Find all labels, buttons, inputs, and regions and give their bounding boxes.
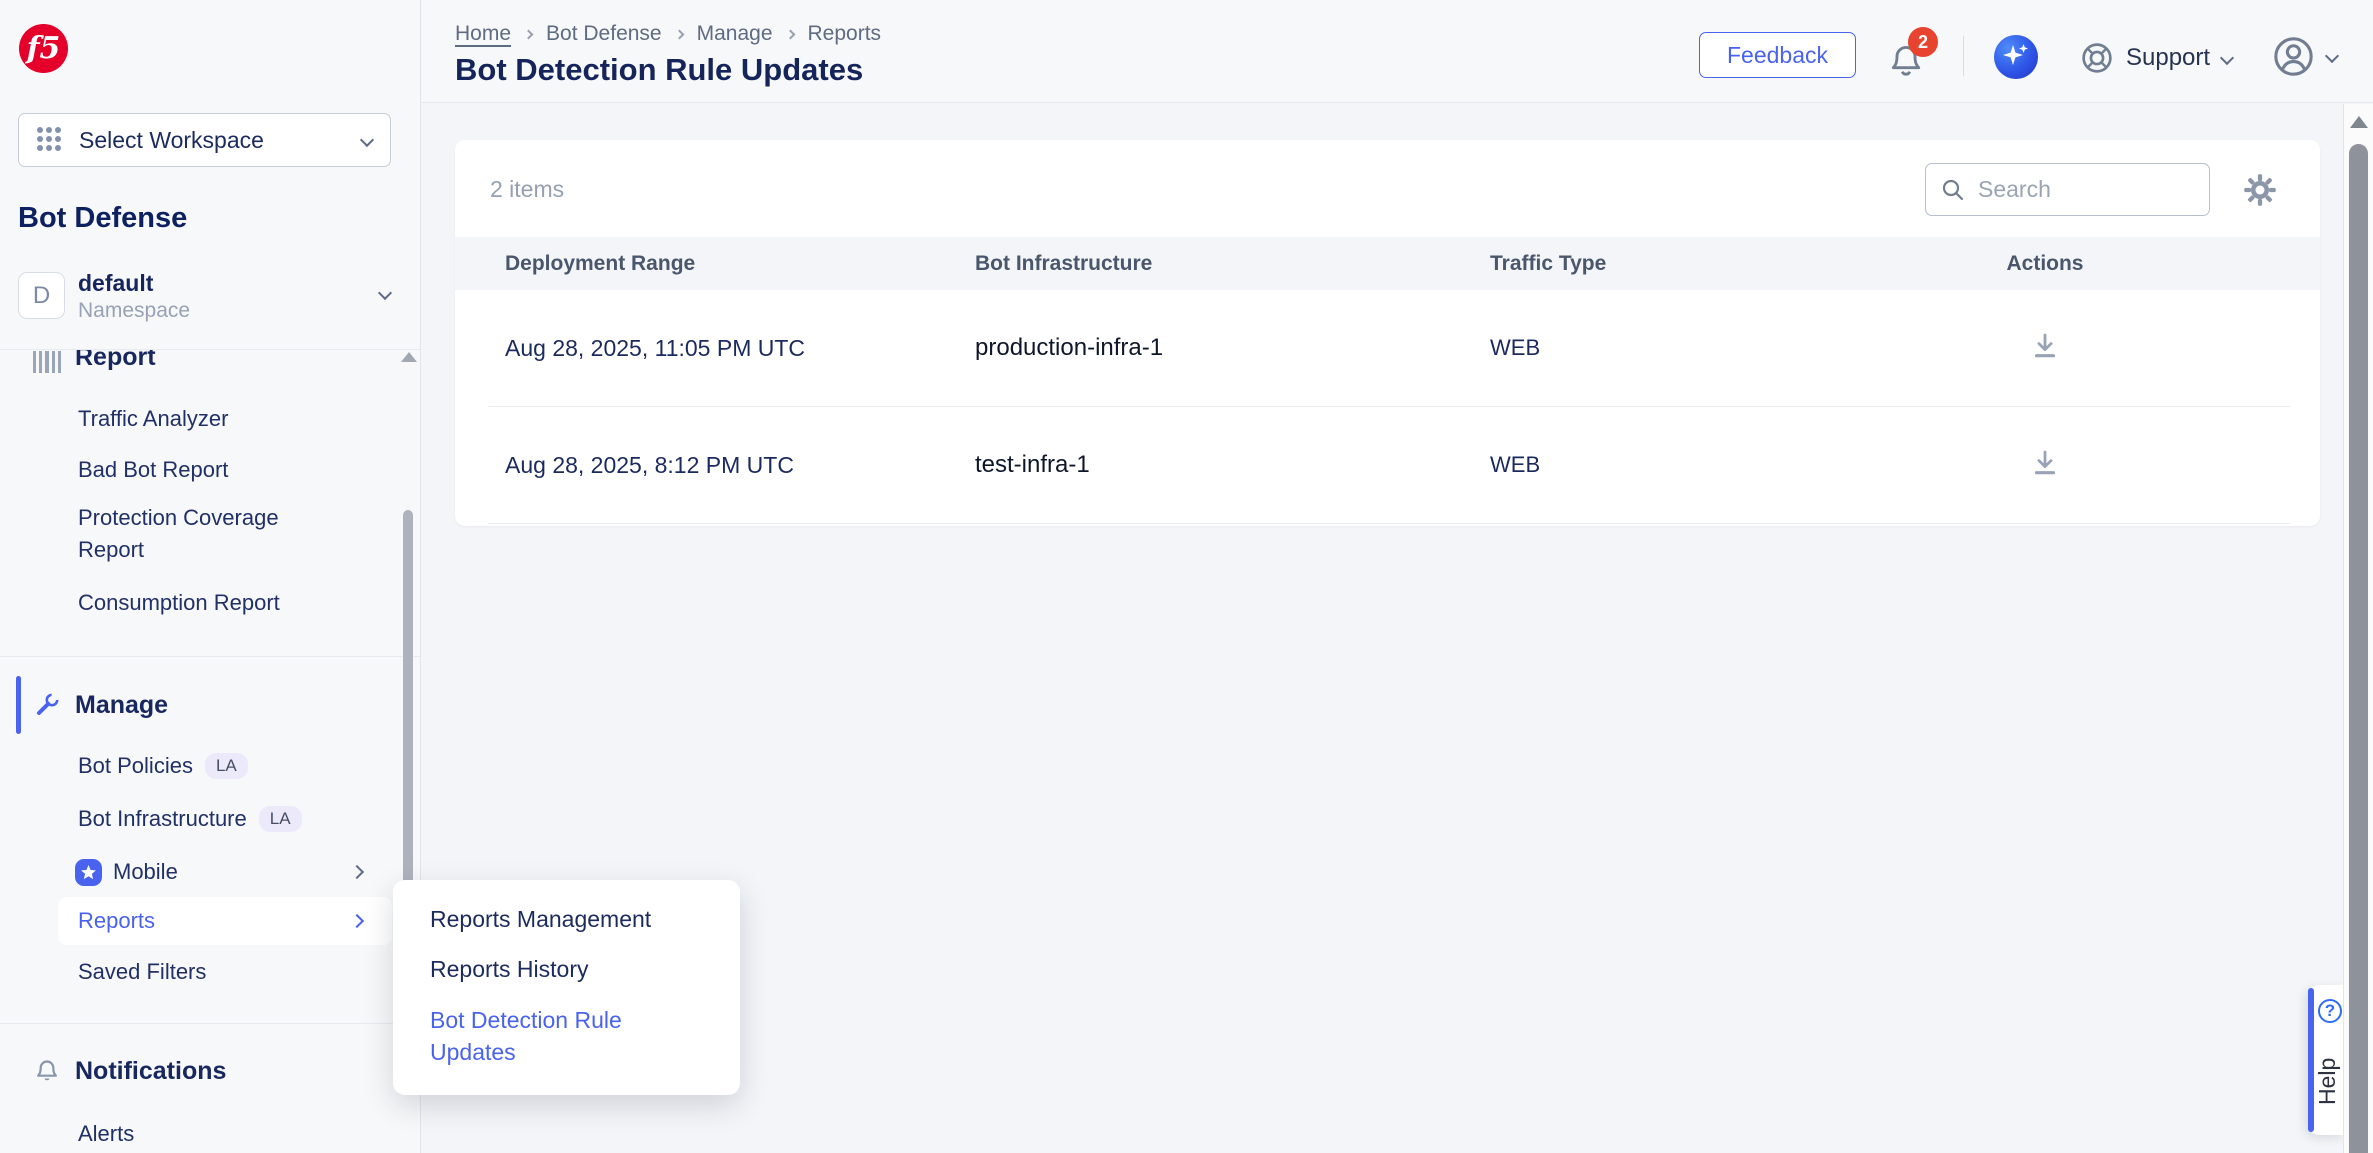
sidebar-nav: Report Traffic Analyzer Bad Bot Report P… [0, 349, 420, 1153]
breadcrumb: Home Bot Defense Manage Reports [455, 22, 881, 46]
help-question-icon: ? [2318, 999, 2342, 1023]
page-scrollbar-thumb[interactable] [2349, 144, 2368, 1153]
page-scrollbar [2343, 104, 2373, 1153]
sparkle-icon [1994, 35, 2038, 79]
breadcrumb-manage[interactable]: Manage [697, 22, 773, 46]
chevron-right-icon [350, 914, 364, 928]
search-input[interactable] [1978, 176, 2195, 203]
cell-traffic-type: WEB [1490, 335, 1770, 361]
table-row: Aug 28, 2025, 8:12 PM UTC test-infra-1 W… [455, 407, 2320, 523]
table-toolbar: 2 items [455, 140, 2320, 237]
page-title: Bot Detection Rule Updates [455, 52, 863, 88]
table-card: 2 items [455, 140, 2320, 526]
breadcrumb-home[interactable]: Home [455, 22, 511, 46]
chevron-down-icon [360, 133, 374, 147]
table-header-row: Deployment Range Bot Infrastructure Traf… [455, 237, 2320, 290]
grid-icon [37, 127, 63, 153]
account-icon [2272, 35, 2315, 78]
sidebar-item-alerts[interactable]: Alerts [0, 1117, 392, 1151]
chevron-down-icon [2325, 49, 2339, 63]
mobile-star-icon [75, 859, 102, 886]
row-divider [488, 523, 2290, 524]
search-box [1925, 163, 2210, 216]
account-menu[interactable] [2272, 34, 2337, 78]
search-icon [1940, 177, 1966, 203]
support-menu[interactable]: Support [2080, 38, 2232, 78]
nav-section-manage[interactable]: Manage [0, 688, 400, 722]
sidebar-item-bad-bot-report[interactable]: Bad Bot Report [0, 453, 392, 487]
flyout-item-reports-history[interactable]: Reports History [430, 954, 704, 984]
workspace-label: Select Workspace [79, 127, 362, 154]
column-header-traffic-type: Traffic Type [1490, 252, 1770, 276]
cell-bot-infrastructure: production-infra-1 [975, 334, 1490, 362]
sidebar: f5 Select Workspace Bot Defense D defaul… [0, 0, 421, 1153]
ai-assistant-button[interactable] [1994, 35, 2038, 79]
column-header-deployment-range: Deployment Range [505, 252, 975, 276]
topbar: Home Bot Defense Manage Reports Bot Dete… [422, 0, 2373, 103]
flyout-item-bot-detection-rule-updates[interactable]: Bot Detection Rule Updates [430, 1004, 704, 1068]
sidebar-item-traffic-analyzer[interactable]: Traffic Analyzer [0, 402, 392, 436]
column-header-bot-infrastructure: Bot Infrastructure [975, 252, 1490, 276]
wrench-icon [33, 691, 61, 719]
namespace-selector[interactable]: D default Namespace [18, 272, 393, 320]
sidebar-item-reports[interactable]: Reports [58, 897, 392, 945]
sidebar-scroll-up-arrow[interactable] [401, 352, 417, 362]
cell-deployment-range: Aug 28, 2025, 11:05 PM UTC [505, 335, 975, 362]
scroll-up-arrow[interactable] [2350, 116, 2368, 128]
breadcrumb-bot-defense[interactable]: Bot Defense [546, 22, 662, 46]
feedback-button[interactable]: Feedback [1699, 32, 1856, 78]
cell-traffic-type: WEB [1490, 452, 1770, 478]
notification-count-badge: 2 [1908, 27, 1938, 57]
la-badge: LA [205, 753, 248, 779]
table-settings-button[interactable] [2242, 172, 2278, 208]
gear-icon [2242, 172, 2278, 208]
table-row: Aug 28, 2025, 11:05 PM UTC production-in… [455, 290, 2320, 406]
section-divider [0, 1023, 420, 1024]
la-badge: LA [259, 806, 302, 832]
sidebar-item-bot-infrastructure[interactable]: Bot Infrastructure LA [0, 802, 392, 836]
sidebar-item-bot-policies[interactable]: Bot Policies LA [0, 749, 392, 783]
nav-section-report[interactable]: Report [0, 349, 400, 374]
chevron-down-icon [378, 286, 392, 300]
notifications-button[interactable]: 2 [1886, 33, 1936, 85]
flyout-item-reports-management[interactable]: Reports Management [430, 904, 704, 934]
help-tab[interactable]: ? Help [2308, 985, 2345, 1135]
sidebar-item-mobile[interactable]: Mobile [0, 855, 392, 889]
items-count: 2 items [490, 176, 564, 203]
f5-logo[interactable]: f5 [19, 24, 68, 73]
chevron-right-icon [350, 865, 364, 879]
download-icon [2028, 329, 2062, 363]
support-label: Support [2126, 44, 2210, 72]
app-root: { "colors": { "accent": "#4a63ee", "bran… [0, 0, 2373, 1153]
reports-flyout-menu: Reports Management Reports History Bot D… [393, 880, 740, 1095]
breadcrumb-reports[interactable]: Reports [808, 22, 882, 46]
namespace-name: default [78, 270, 153, 297]
sidebar-item-consumption-report[interactable]: Consumption Report [0, 586, 392, 620]
chevron-right-icon [785, 29, 795, 39]
nav-section-notifications[interactable]: Notifications [0, 1054, 400, 1088]
download-icon [2028, 446, 2062, 480]
cell-bot-infrastructure: test-infra-1 [975, 451, 1490, 479]
bell-icon [33, 1057, 61, 1085]
cell-deployment-range: Aug 28, 2025, 8:12 PM UTC [505, 452, 975, 479]
product-title: Bot Defense [18, 202, 187, 235]
report-icon [33, 349, 61, 373]
namespace-initial: D [18, 272, 65, 319]
column-header-actions: Actions [1770, 252, 2320, 276]
header-divider [1963, 36, 1964, 76]
support-lifebuoy-icon [2080, 41, 2114, 75]
chevron-right-icon [524, 29, 534, 39]
namespace-type-label: Namespace [78, 299, 190, 323]
sidebar-item-saved-filters[interactable]: Saved Filters [0, 955, 392, 989]
download-button[interactable] [2028, 446, 2062, 480]
help-label: Help [2314, 1035, 2344, 1127]
workspace-selector[interactable]: Select Workspace [18, 113, 391, 167]
section-divider [0, 656, 420, 657]
sidebar-item-protection-coverage-report[interactable]: Protection Coverage Report [0, 502, 330, 568]
chevron-right-icon [674, 29, 684, 39]
chevron-down-icon [2220, 51, 2234, 65]
download-button[interactable] [2028, 329, 2062, 363]
